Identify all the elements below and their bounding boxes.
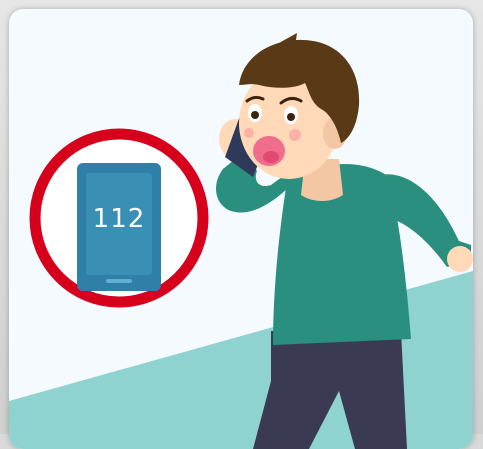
mouth-inner bbox=[263, 151, 279, 163]
right-cheek bbox=[289, 129, 301, 141]
phone-number: 112 bbox=[93, 204, 146, 234]
left-cheek bbox=[244, 128, 254, 138]
illustration-card: 112 bbox=[9, 9, 473, 449]
phone-home-bar bbox=[106, 279, 132, 283]
emergency-phone-icon: 112 bbox=[29, 128, 209, 308]
left-pupil bbox=[251, 111, 259, 119]
right-pupil bbox=[287, 113, 295, 121]
screen-frame: 112 bbox=[0, 0, 483, 449]
right-hand bbox=[447, 246, 473, 272]
emergency-call-illustration: 112 bbox=[9, 33, 473, 449]
